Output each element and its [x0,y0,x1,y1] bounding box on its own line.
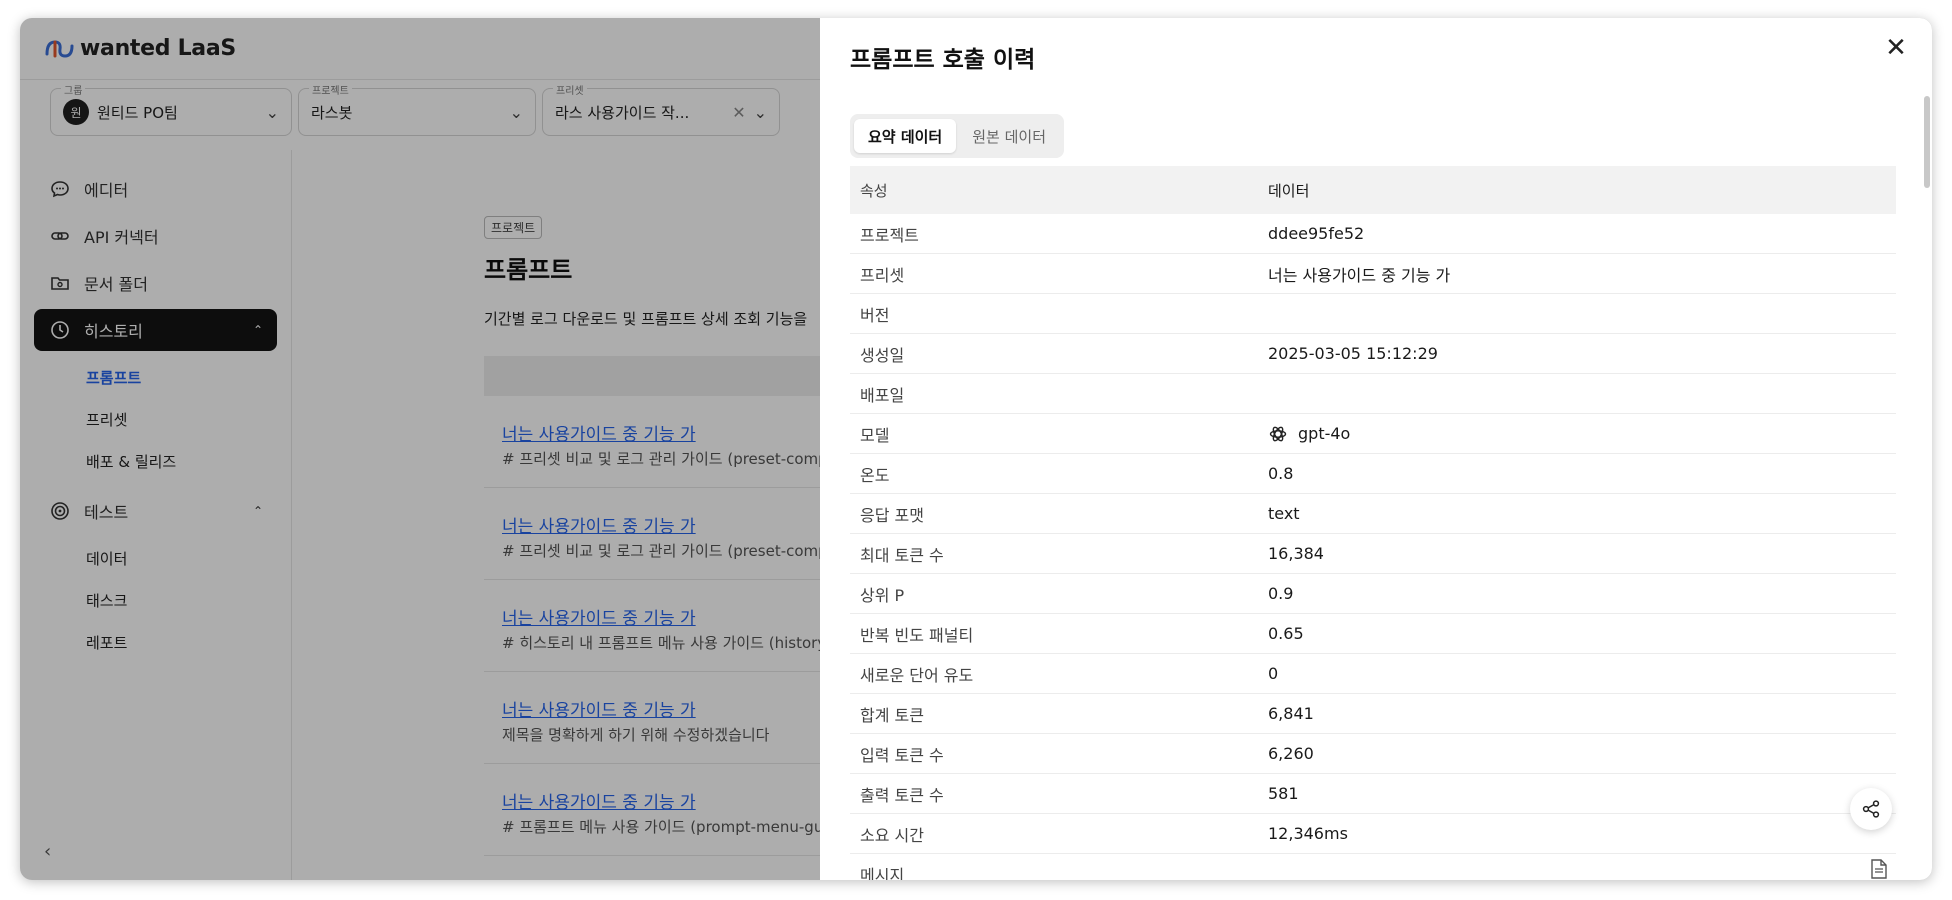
table-row: 응답 포맷 text [850,494,1896,534]
prop-key: 모델 [860,425,890,445]
prop-key: 프로젝트 [860,225,919,245]
prop-value: 0.9 [1268,584,1294,603]
share-button[interactable] [1850,788,1892,830]
table-row: 배포일 [850,374,1896,414]
properties-table-header: 속성 데이터 [850,166,1896,214]
table-row: 새로운 단어 유도 0 [850,654,1896,694]
prop-key: 응답 포맷 [860,505,924,525]
table-row: 입력 토큰 수 6,260 [850,734,1896,774]
prop-value: 12,346ms [1268,824,1348,843]
table-row: 생성일 2025-03-05 15:12:29 [850,334,1896,374]
prop-value: 0 [1268,664,1279,683]
prop-key: 합계 토큰 [860,705,924,725]
close-icon: ✕ [1885,33,1907,63]
prop-key: 반복 빈도 패널티 [860,625,974,645]
prop-key: 생성일 [860,345,905,365]
tab-raw-data[interactable]: 원본 데이터 [958,119,1060,153]
drawer-scrollbar[interactable] [1920,96,1932,876]
prop-value: 0.8 [1268,464,1294,483]
table-row: 최대 토큰 수 16,384 [850,534,1896,574]
table-row: 상위 P 0.9 [850,574,1896,614]
properties-table: 속성 데이터 프로젝트 ddee95fe52 프리셋 너는 사용가이드 중 기능 가… [850,166,1896,880]
table-row: 반복 빈도 패널티 0.65 [850,614,1896,654]
drawer-title: 프롬프트 호출 이력 [850,47,1036,73]
prop-key: 버전 [860,305,890,325]
table-row: 온도 0.8 [850,454,1896,494]
openai-icon [1269,426,1287,441]
prop-key: 온도 [860,465,890,485]
prop-key: 최대 토큰 수 [860,545,944,565]
prop-value: gpt-4o [1298,424,1351,443]
close-button[interactable]: ✕ [1878,30,1914,66]
file-icon[interactable] [1868,858,1890,880]
prop-value: 2025-03-05 15:12:29 [1268,344,1438,363]
table-row: 출력 토큰 수 581 [850,774,1896,814]
prop-value: 0.65 [1268,624,1304,643]
column-header-data: 데이터 [1268,181,1310,200]
prop-value: ddee95fe52 [1268,224,1365,243]
prop-key: 입력 토큰 수 [860,745,944,765]
prop-key: 프리셋 [860,265,905,285]
table-row: 모델 gpt-4o [850,414,1896,454]
prop-key: 메시지 [860,866,905,880]
prop-key: 배포일 [860,385,905,405]
table-row: 소요 시간 12,346ms [850,814,1896,854]
prop-value: 너는 사용가이드 중 기능 가 [1268,265,1451,285]
prop-value-model: gpt-4o [1268,424,1896,444]
scrollbar-thumb[interactable] [1924,96,1930,188]
share-icon [1862,800,1880,818]
table-row: 합계 토큰 6,841 [850,694,1896,734]
prop-key: 소요 시간 [860,825,924,845]
prop-key: 출력 토큰 수 [860,785,944,805]
table-row: 프로젝트 ddee95fe52 [850,214,1896,254]
column-header-attribute: 속성 [860,181,888,200]
table-row: 버전 [850,294,1896,334]
prop-value: 6,841 [1268,704,1314,723]
prompt-call-history-drawer: 프롬프트 호출 이력 ✕ 요약 데이터 원본 데이터 속성 데이터 프로젝트 dd… [820,18,1932,880]
prop-key: 새로운 단어 유도 [860,665,974,685]
tab-summary-data[interactable]: 요약 데이터 [854,119,957,153]
table-row: 메시지 [850,854,1896,880]
prop-key: 상위 P [860,585,905,605]
prop-value: 16,384 [1268,544,1324,563]
table-row: 프리셋 너는 사용가이드 중 기능 가 [850,254,1896,294]
prop-value: text [1268,504,1300,523]
prop-value: 6,260 [1268,744,1314,763]
app-window: wanted LaaS 그룹 원 원티드 PO팀 ⌄ 프로젝트 라스봇 ⌄ 프리… [20,18,1932,880]
data-view-tabs: 요약 데이터 원본 데이터 [850,114,1065,158]
prop-value: 581 [1268,784,1299,803]
